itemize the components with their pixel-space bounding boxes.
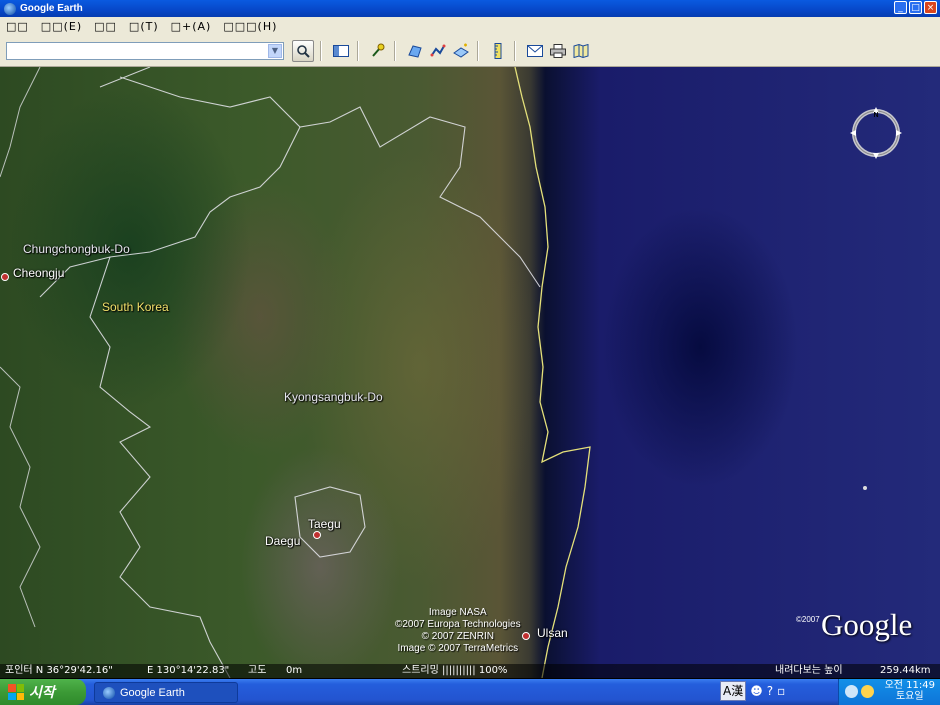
toolbar-separator <box>320 40 322 61</box>
search-input[interactable] <box>7 42 269 59</box>
path-icon <box>430 44 446 56</box>
compass-north-label: N <box>873 112 878 119</box>
print-button[interactable] <box>548 41 568 61</box>
city-marker-daegu[interactable] <box>313 531 321 539</box>
city-marker-ulsan[interactable] <box>522 632 530 640</box>
toolbar: ▼ <box>0 35 940 67</box>
search-box[interactable]: ▼ <box>6 41 284 60</box>
imagery-credits: Image NASA ©2007 Europa Technologies © 2… <box>395 607 521 655</box>
ruler-button[interactable] <box>488 41 508 61</box>
elevation-value: 0m <box>286 665 303 676</box>
ruler-icon <box>494 42 502 59</box>
sidebar-toggle-button[interactable] <box>331 41 351 61</box>
province-border <box>99 67 541 288</box>
ime-help-icon[interactable]: ? <box>767 684 773 698</box>
search-dropdown-icon[interactable]: ▼ <box>268 43 282 58</box>
eye-altitude-label: 내려다보는 높이 <box>775 665 843 676</box>
city-marker-cheongju[interactable] <box>1 273 9 281</box>
navigation-compass[interactable]: N <box>847 104 905 162</box>
envelope-icon <box>527 44 543 57</box>
clock[interactable]: 오전 11:49 토요일 <box>885 680 935 702</box>
credit-line: Image © 2007 TerraMetrics <box>397 643 519 654</box>
province-border <box>39 126 301 298</box>
label-kyongsangbuk[interactable]: Kyongsangbuk-Do <box>284 390 383 404</box>
menu-add[interactable]: □+(A) <box>165 20 218 33</box>
logo-copyright: ©2007 <box>796 615 820 624</box>
image-overlay-icon <box>453 43 469 58</box>
label-cheongju[interactable]: Cheongju <box>13 266 64 280</box>
menu-file[interactable]: □□ <box>0 20 35 33</box>
province-border <box>0 366 41 628</box>
map-point <box>863 486 867 490</box>
credit-line: © 2007 ZENRIN <box>421 631 495 642</box>
start-label: 시작 <box>29 685 55 701</box>
minimize-button[interactable]: _ <box>894 1 907 14</box>
map-book-icon <box>573 43 589 58</box>
toolbar-separator <box>514 40 516 61</box>
menu-bar: □□ □□(E) □□ □(T) □+(A) □□□(H) <box>0 17 940 35</box>
sidebar-icon <box>333 44 349 57</box>
streaming-status: 스트리밍 |||||||||| 100% <box>402 665 508 676</box>
label-daegu[interactable]: Daegu <box>265 534 300 548</box>
ime-toolbar: A漢 ☻ ? ▫ <box>720 681 785 701</box>
tray-volume-icon[interactable] <box>861 685 874 698</box>
add-overlay-button[interactable] <box>451 41 471 61</box>
window-title: Google Earth <box>20 3 83 14</box>
start-button[interactable]: 시작 <box>0 679 86 705</box>
toolbar-separator <box>477 40 479 61</box>
menu-view[interactable]: □□ <box>88 20 123 33</box>
toolbar-separator <box>394 40 396 61</box>
menu-edit[interactable]: □□(E) <box>35 20 88 33</box>
windows-logo-icon <box>8 684 24 700</box>
toolbar-separator <box>357 40 359 61</box>
taskbar-item-label: Google Earth <box>120 686 185 699</box>
add-path-button[interactable] <box>428 41 448 61</box>
google-earth-app-icon <box>4 2 16 15</box>
taskbar-item-google-earth[interactable]: Google Earth <box>94 682 238 703</box>
maximize-button[interactable]: □ <box>909 1 922 14</box>
clock-day: 토요일 <box>895 691 924 702</box>
pointer-latitude: 포인터 N 36°29'42.16" <box>5 665 113 676</box>
menu-tools[interactable]: □(T) <box>123 20 165 33</box>
google-earth-icon <box>103 686 115 699</box>
pointer-longitude: E 130°14'22.83" <box>147 665 230 676</box>
clock-time: 오전 11:49 <box>884 680 935 691</box>
google-logo: Google <box>821 607 913 642</box>
search-button[interactable] <box>292 39 314 62</box>
province-border <box>0 67 41 178</box>
status-bar: 포인터 N 36°29'42.16" E 130°14'22.83" 고도 0m… <box>0 664 940 678</box>
add-polygon-button[interactable] <box>405 41 425 61</box>
ime-hanja-label: 漢 <box>731 684 744 698</box>
label-chungchongbuk[interactable]: Chungchongbuk-Do <box>23 242 130 256</box>
view-in-maps-button[interactable] <box>571 41 591 61</box>
search-icon <box>297 44 310 58</box>
windows-taskbar: 시작 Google Earth A漢 ☻ ? ▫ 오전 11:49 토요일 <box>0 679 940 705</box>
ime-mode-label: A <box>723 684 732 698</box>
ime-options-icon[interactable]: ▫ <box>777 684 785 698</box>
earth-3d-view[interactable]: Chungchongbuk-Do Cheongju South Korea Ky… <box>0 67 940 678</box>
elevation-label: 고도 <box>248 665 267 676</box>
province-border <box>89 256 231 678</box>
credit-line: Image NASA <box>428 607 487 618</box>
label-south-korea[interactable]: South Korea <box>102 300 169 314</box>
tray-chevron-icon[interactable] <box>845 685 858 698</box>
add-placemark-button[interactable] <box>368 41 388 61</box>
email-button[interactable] <box>525 41 545 61</box>
printer-icon <box>550 43 566 58</box>
eye-altitude-value: 259.44km <box>880 665 931 676</box>
close-button[interactable]: × <box>924 1 937 14</box>
ime-mode-button[interactable]: A漢 <box>720 681 747 701</box>
label-ulsan[interactable]: Ulsan <box>537 626 568 640</box>
polygon-icon <box>408 44 422 58</box>
credit-line: ©2007 Europa Technologies <box>395 619 521 630</box>
system-tray: 오전 11:49 토요일 <box>838 679 940 705</box>
coastline <box>514 67 591 678</box>
borders-layer <box>0 67 591 678</box>
window-title-bar[interactable]: Google Earth _ □ × <box>0 0 940 17</box>
ime-tool-icon[interactable]: ☻ <box>750 684 763 698</box>
window-controls: _ □ × <box>894 1 937 14</box>
placemark-pin-icon <box>372 43 385 57</box>
label-taegu[interactable]: Taegu <box>308 517 341 531</box>
menu-help[interactable]: □□□(H) <box>217 20 283 33</box>
